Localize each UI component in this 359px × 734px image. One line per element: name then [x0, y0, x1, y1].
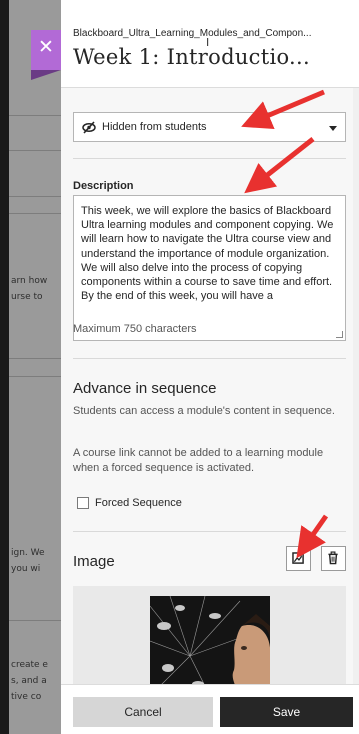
annotation-arrows	[241, 89, 329, 559]
annotation-arrow	[296, 514, 329, 559]
annotation-arrow	[241, 89, 325, 130]
annotation-arrow	[244, 137, 315, 194]
